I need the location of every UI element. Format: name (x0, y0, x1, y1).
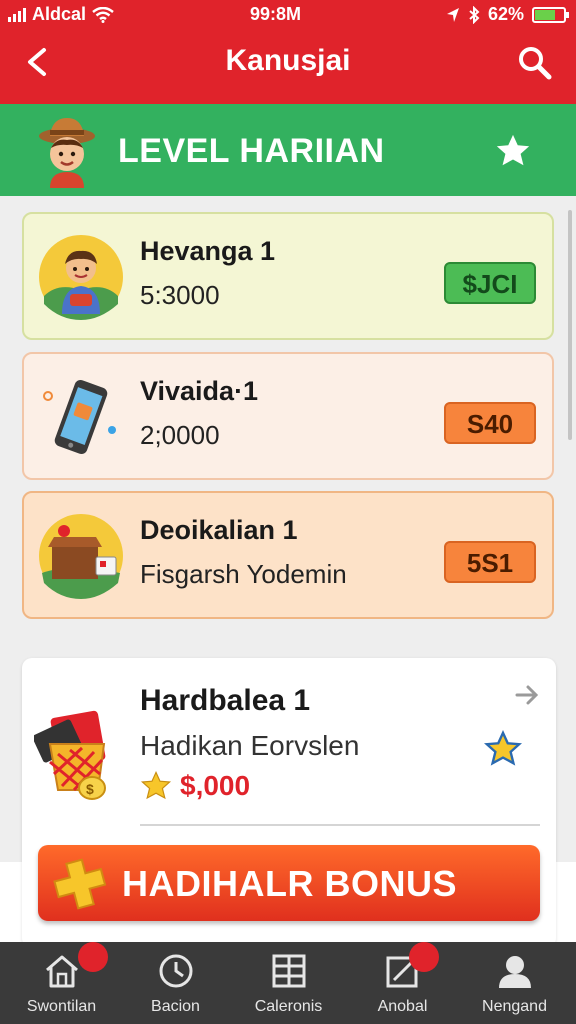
clock-icon (159, 954, 193, 988)
nav-label: Bacion (151, 998, 200, 1015)
star-icon[interactable] (494, 132, 532, 170)
task-title: Deoikalian 1 (140, 515, 298, 545)
level-banner-title: LEVEL HARIIAN (118, 132, 385, 170)
bonus-button-label: HADIHALR BONUS (122, 863, 457, 904)
nav-item-clock[interactable]: Bacion (118, 942, 233, 1024)
carrier-name: Aldcal (32, 4, 87, 24)
search-icon[interactable] (516, 44, 554, 82)
profile-icon (499, 956, 531, 988)
task-card[interactable]: Deoikalian 1 Fisgarsh Yodemin 5S1 (22, 491, 554, 619)
signal-icon (8, 7, 26, 22)
notification-badge (78, 942, 108, 972)
treasure-box-icon (39, 514, 123, 599)
reward-title: Hardbalea 1 (140, 684, 311, 717)
app-header: Aldcal 99:8M 62% Kanusjai (0, 0, 576, 104)
star-icon (484, 730, 522, 766)
task-reward-button[interactable]: 5S1 (444, 541, 536, 583)
task-subtitle: 5:3000 (140, 280, 220, 310)
wifi-icon (92, 6, 114, 23)
task-card[interactable]: Hevanga 1 5:3000 $JCI (22, 212, 554, 340)
nav-label: Nengand (482, 998, 547, 1015)
battery-percent: 62% (487, 4, 524, 24)
svg-text:$: $ (86, 781, 94, 797)
explorer-kid-icon (39, 118, 95, 188)
task-reward-button[interactable]: S40 (444, 402, 536, 444)
reward-amount: $,000 (180, 770, 251, 801)
boy-avatar-icon (39, 235, 123, 320)
task-title: Hevanga 1 (140, 236, 276, 266)
notification-badge (409, 942, 439, 972)
bluetooth-icon (469, 5, 480, 24)
nav-item-profile[interactable]: Nengand (457, 942, 572, 1024)
home-icon (46, 955, 78, 988)
battery-icon (532, 6, 569, 23)
nav-item-edit[interactable]: Anobal (345, 942, 460, 1024)
task-subtitle: Fisgarsh Yodemin (140, 559, 347, 589)
star-icon (140, 770, 172, 800)
status-time: 99:8M (250, 4, 302, 24)
plus-star-icon (53, 858, 107, 910)
bottom-nav: Swontilan Bacion Caleronis Anobal Nengan… (0, 942, 576, 1024)
level-banner: LEVEL HARIIAN (0, 104, 576, 196)
nav-label: Anobal (377, 998, 428, 1015)
bonus-button[interactable]: HADIHALR BONUS (38, 845, 540, 921)
reward-subtitle: Hadikan Eorvslen (140, 730, 360, 761)
smartphone-icon (43, 379, 116, 455)
scrollbar[interactable] (568, 210, 572, 440)
nav-item-home[interactable]: Swontilan (4, 942, 119, 1024)
task-title: Vivaida·1 (140, 376, 259, 406)
chevron-right-icon[interactable] (514, 682, 540, 708)
nav-label: Caleronis (254, 998, 323, 1015)
grid-icon (272, 954, 306, 988)
task-reward-button[interactable]: $JCI (444, 262, 536, 304)
status-bar: Aldcal 99:8M 62% (0, 0, 576, 30)
task-card[interactable]: Vivaida·1 2;0000 S40 (22, 352, 554, 480)
location-icon (446, 7, 459, 22)
task-subtitle: 2;0000 (140, 420, 220, 450)
nav-item-grid[interactable]: Caleronis (231, 942, 346, 1024)
nav-label: Swontilan (26, 998, 97, 1015)
page-title: Kanusjai (225, 44, 351, 77)
gift-envelope-icon: $ (34, 710, 106, 800)
divider (140, 824, 540, 826)
